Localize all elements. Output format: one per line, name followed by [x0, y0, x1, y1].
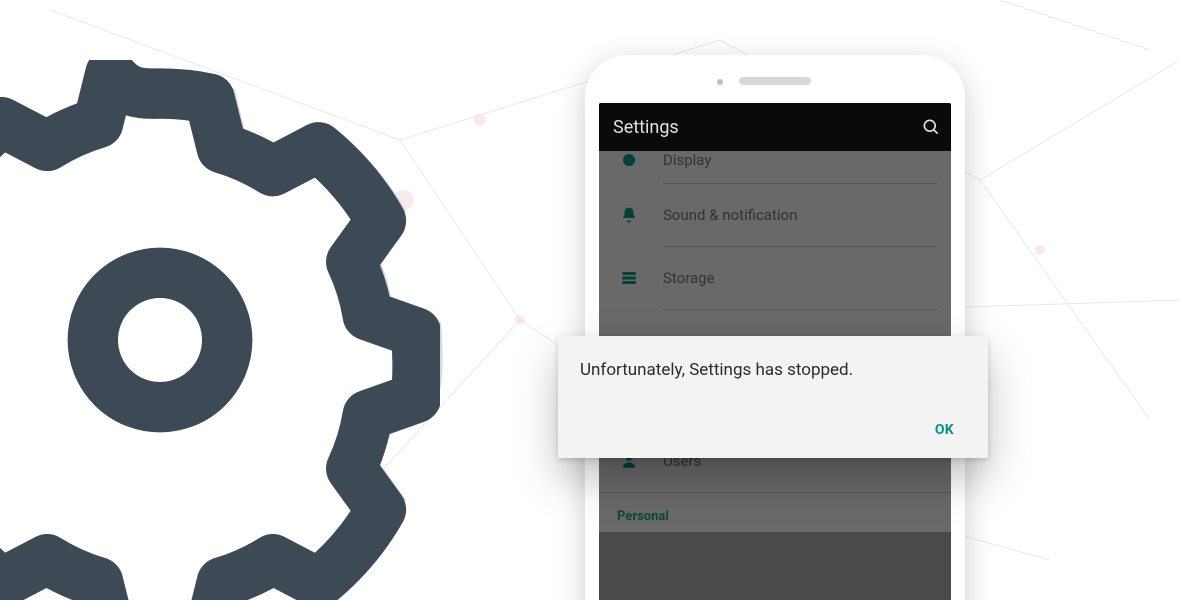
ok-button[interactable]: OK [923, 414, 966, 446]
gear-graphic [0, 60, 440, 600]
phone-camera-dot [717, 79, 723, 85]
search-button[interactable] [921, 103, 941, 151]
dialog-message: Unfortunately, Settings has stopped. [580, 360, 966, 380]
appbar-title: Settings [613, 117, 679, 138]
dialog-actions: OK [580, 414, 966, 446]
phone-frame: Settings Display Sound & noti [585, 55, 965, 600]
error-dialog: Unfortunately, Settings has stopped. OK [558, 336, 988, 458]
search-icon [921, 117, 941, 137]
app-bar: Settings [599, 103, 951, 151]
phone-speaker [739, 77, 811, 85]
